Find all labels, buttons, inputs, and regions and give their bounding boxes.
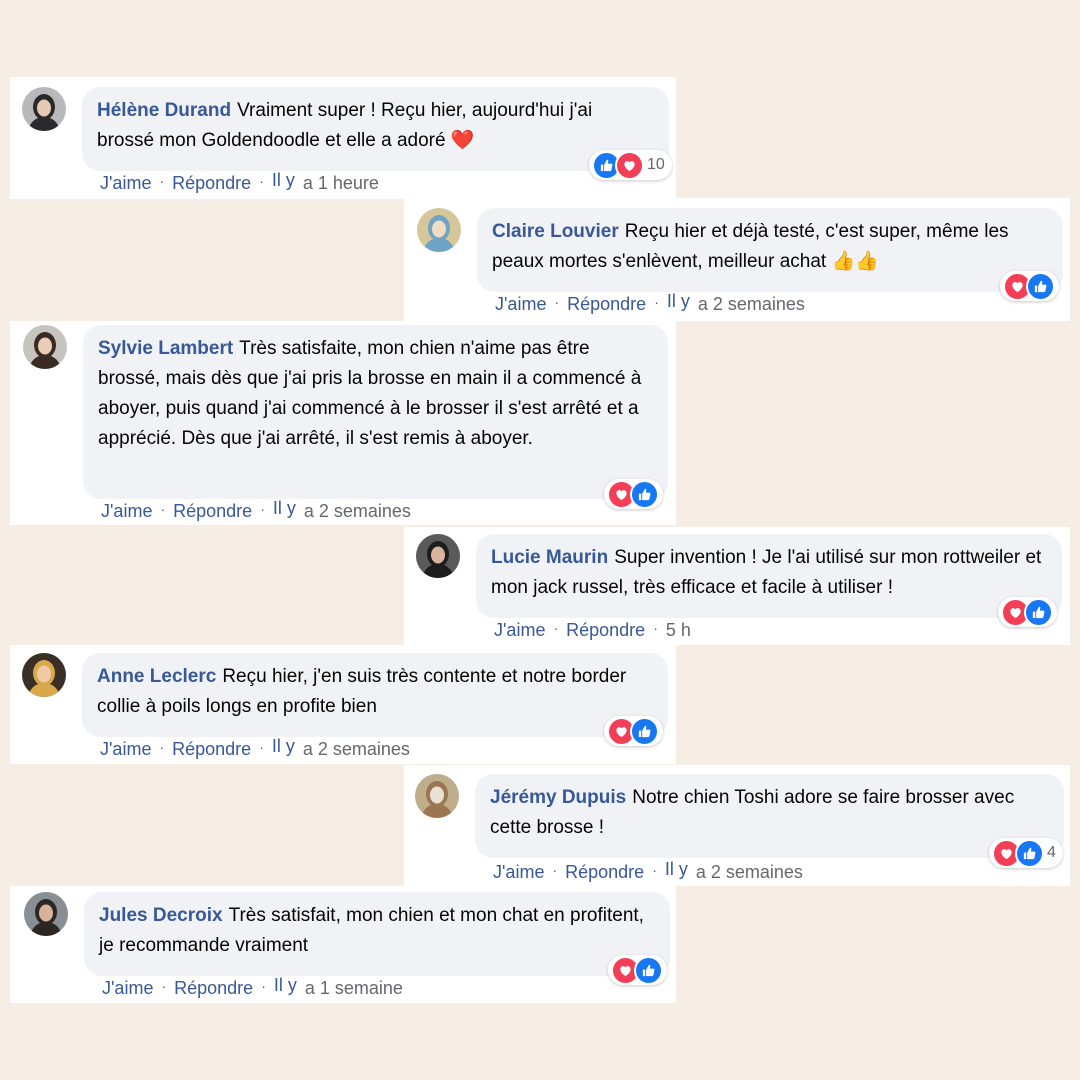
comment-actions: J'aime · Répondre · Il y a 2 semaines [495,291,805,315]
separator-dot: · [160,500,166,517]
reply-link[interactable]: Répondre [172,739,251,760]
reaction-summary[interactable] [608,955,667,985]
reply-link[interactable]: Répondre [174,978,253,999]
like-reaction-icon [634,955,663,985]
separator-dot: · [553,619,559,636]
separator-dot: · [159,738,165,755]
timestamp[interactable]: a 2 semaines [696,862,803,883]
separator-dot: · [653,619,658,636]
timestamp[interactable]: a 2 semaines [304,501,411,522]
avatar[interactable] [24,892,68,936]
comment-bubble: Jules Decroix Très satisfait, mon chien e… [84,892,670,976]
like-link[interactable]: J'aime [100,739,151,760]
separator-dot: · [259,172,264,189]
comment-bubble: Sylvie Lambert Très satisfaite, mon chien… [83,325,668,499]
comment-actions: J'aime · Répondre · 5 h [494,620,691,641]
commenter-name[interactable]: Jules Decroix [99,905,223,926]
comment-bubble: Claire Louvier Reçu hier et déjà testé, c… [477,208,1063,292]
like-link[interactable]: J'aime [493,862,544,883]
reply-link[interactable]: Répondre [566,620,645,641]
commenter-name[interactable]: Sylvie Lambert [98,338,233,359]
separator-dot: · [260,500,265,517]
reaction-summary[interactable] [998,597,1057,627]
separator-dot: · [161,977,167,994]
like-link[interactable]: J'aime [494,620,545,641]
like-reaction-icon [630,716,659,746]
like-link[interactable]: J'aime [102,978,153,999]
like-link[interactable]: J'aime [495,294,546,315]
commenter-name[interactable]: Jérémy Dupuis [490,787,626,808]
commenter-name[interactable]: Anne Leclerc [97,666,216,687]
reaction-summary[interactable] [604,479,663,509]
like-reaction-icon [630,479,659,509]
avatar[interactable] [23,325,67,369]
timestamp[interactable]: a 2 semaines [698,294,805,315]
love-reaction-icon [615,150,644,180]
avatar[interactable] [22,653,66,697]
separator-dot: · [259,738,264,755]
separator-dot: · [261,977,266,994]
timestamp-prefix: Il y [272,498,296,518]
comment-actions: J'aime · Répondre · Il y a 2 semaines [101,498,411,522]
comment-bubble: Lucie Maurin Super invention ! Je l'ai ut… [476,534,1062,618]
timestamp-prefix: Il y [664,859,688,879]
avatar[interactable] [416,534,460,578]
separator-dot: · [652,861,657,878]
reply-link[interactable]: Répondre [567,294,646,315]
reaction-summary[interactable]: 4 [989,838,1063,868]
comment-actions: J'aime · Répondre · Il y a 2 semaines [493,859,803,883]
comment-actions: J'aime · Répondre · Il y a 1 semaine [102,975,403,999]
avatar[interactable] [22,87,66,131]
comment-bubble: Hélène Durand Vraiment super ! Reçu hier,… [82,87,669,171]
timestamp[interactable]: a 2 semaines [303,739,410,760]
separator-dot: · [552,861,558,878]
reaction-summary[interactable]: 10 [589,150,672,180]
reaction-summary[interactable] [1000,271,1059,301]
like-link[interactable]: J'aime [100,173,151,194]
commenter-name[interactable]: Claire Louvier [492,221,619,242]
timestamp-prefix: Il y [271,170,295,190]
timestamp[interactable]: 5 h [666,620,691,641]
comment-actions: J'aime · Répondre · Il y a 1 heure [100,170,379,194]
comment-actions: J'aime · Répondre · Il y a 2 semaines [100,736,410,760]
separator-dot: · [554,293,560,310]
commenter-name[interactable]: Hélène Durand [97,100,231,121]
timestamp[interactable]: a 1 heure [303,173,379,194]
like-link[interactable]: J'aime [101,501,152,522]
like-reaction-icon [1015,838,1044,868]
timestamp[interactable]: a 1 semaine [305,978,403,999]
reaction-count: 4 [1047,844,1056,861]
reaction-count: 10 [647,156,665,173]
comment-bubble: Jérémy Dupuis Notre chien Toshi adore se … [475,774,1064,858]
separator-dot: · [654,293,659,310]
timestamp-prefix: Il y [271,736,295,756]
commenter-name[interactable]: Lucie Maurin [491,547,608,568]
avatar[interactable] [415,774,459,818]
reply-link[interactable]: Répondre [172,173,251,194]
like-reaction-icon [1024,597,1053,627]
reply-link[interactable]: Répondre [173,501,252,522]
like-reaction-icon [1026,271,1055,301]
reaction-summary[interactable] [604,716,663,746]
comment-bubble: Anne Leclerc Reçu hier, j'en suis très co… [82,653,668,737]
avatar[interactable] [417,208,461,252]
timestamp-prefix: Il y [666,291,690,311]
reply-link[interactable]: Répondre [565,862,644,883]
separator-dot: · [159,172,165,189]
timestamp-prefix: Il y [273,975,297,995]
